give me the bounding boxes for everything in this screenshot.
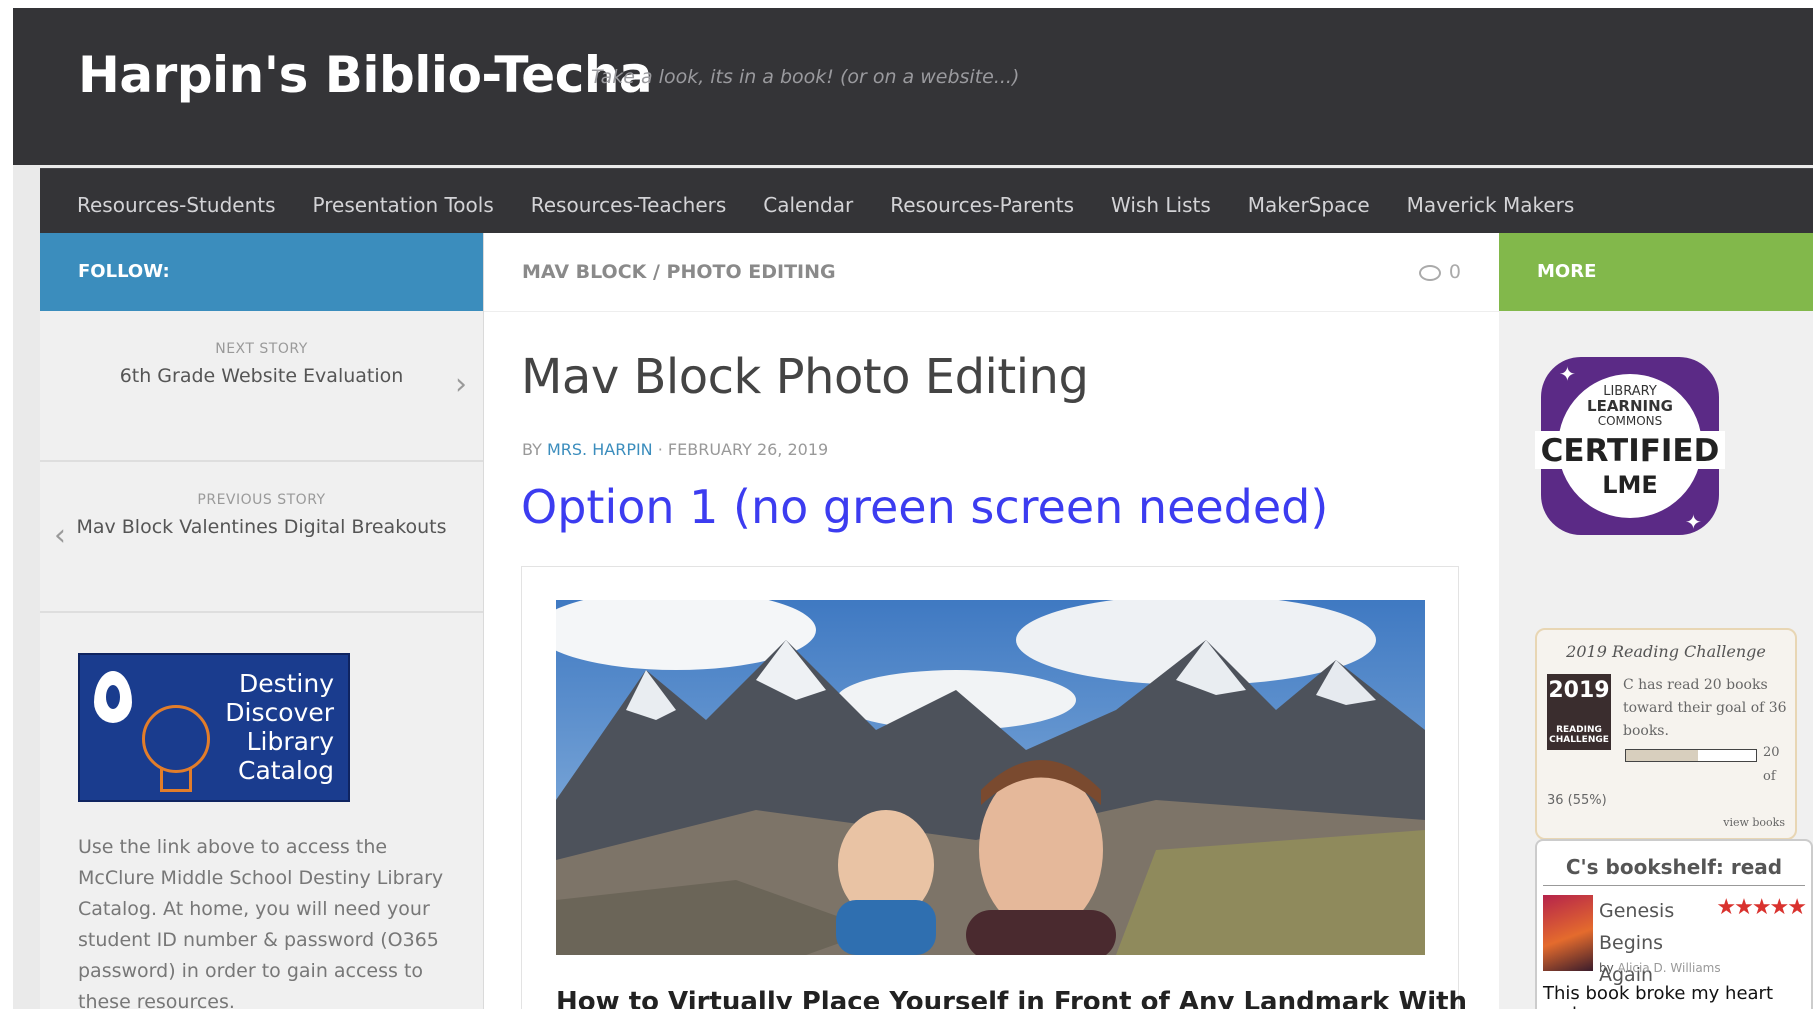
comment-count: 0 xyxy=(1448,261,1461,283)
embedded-article[interactable]: How to Virtually Place Yourself in Front… xyxy=(521,566,1467,1009)
destiny-promo: Destiny Discover Library Catalog Use the… xyxy=(40,613,483,1009)
breadcrumb[interactable]: MAV BLOCK / PHOTO EDITING xyxy=(522,233,836,311)
more-label: MORE xyxy=(1499,233,1813,311)
nav-item-presentation-tools[interactable]: Presentation Tools xyxy=(313,169,494,241)
site-tagline: Take a look, its in a book! (or on a web… xyxy=(591,66,1020,88)
nav-item-maverick-makers[interactable]: Maverick Makers xyxy=(1407,169,1575,241)
reading-challenge-widget: 2019 Reading Challenge 2019 READING CHAL… xyxy=(1535,628,1797,840)
lightbulb-base xyxy=(160,767,192,792)
view-books-link[interactable]: view books xyxy=(1723,816,1785,829)
next-story-label: NEXT STORY xyxy=(215,341,308,357)
book-review: This book broke my heart and xyxy=(1543,983,1774,1009)
reading-progress-fill xyxy=(1626,750,1698,761)
previous-story-title[interactable]: Mav Block Valentines Digital Breakouts xyxy=(40,516,483,538)
reading-challenge-heading[interactable]: 2019 Reading Challenge xyxy=(1537,642,1795,661)
byline-by: BY xyxy=(522,440,542,459)
cover-year: 2019 xyxy=(1548,678,1610,703)
book-author[interactable]: Alicia D. Williams xyxy=(1618,961,1721,975)
post-date: · FEBRUARY 26, 2019 xyxy=(657,440,829,459)
mountain-photo-image xyxy=(556,600,1425,955)
option-heading: Option 1 (no green screen needed) xyxy=(521,480,1329,534)
reading-total: 36 (55%) xyxy=(1547,793,1607,808)
nav-item-calendar[interactable]: Calendar xyxy=(763,169,853,241)
cover-label: READING CHALLENGE xyxy=(1547,725,1611,745)
comment-icon xyxy=(1418,264,1441,281)
page: Harpin's Biblio-Techa Take a look, its i… xyxy=(13,8,1813,1009)
previous-story[interactable]: PREVIOUS STORY Mav Block Valentines Digi… xyxy=(40,462,483,613)
follow-label: FOLLOW: xyxy=(40,233,483,311)
cover-label-2: CHALLENGE xyxy=(1549,735,1609,745)
book-title[interactable]: Genesis Begins Again xyxy=(1599,895,1709,991)
book-cover[interactable] xyxy=(1543,895,1593,971)
left-sidebar: FOLLOW: NEXT STORY 6th Grade Website Eva… xyxy=(40,233,484,1009)
badge-line-2: LEARNING xyxy=(1587,397,1673,415)
reading-challenge-cover[interactable]: 2019 READING CHALLENGE xyxy=(1547,674,1611,750)
lmc-badge-icon: LIBRARY LEARNING COMMONS CERTIFIED LME ✦… xyxy=(1535,357,1725,535)
badge-certified: CERTIFIED xyxy=(1541,433,1720,469)
bookshelf-heading[interactable]: C's bookshelf: read xyxy=(1537,855,1811,879)
nav-item-wish-lists[interactable]: Wish Lists xyxy=(1111,169,1211,241)
embed-title[interactable]: How to Virtually Place Yourself in Front… xyxy=(556,987,1467,1009)
next-story-title[interactable]: 6th Grade Website Evaluation xyxy=(40,365,483,387)
author-link[interactable]: MRS. HARPIN xyxy=(547,440,653,459)
site-header: Harpin's Biblio-Techa Take a look, its i… xyxy=(13,8,1813,165)
main-nav: Resources-Students Presentation Tools Reso… xyxy=(40,168,1813,241)
mountain-photo[interactable] xyxy=(556,600,1425,955)
badge-line-3: COMMONS xyxy=(1598,414,1663,428)
byline: BY MRS. HARPIN · FEBRUARY 26, 2019 xyxy=(522,440,828,459)
breadcrumb-bar: MAV BLOCK / PHOTO EDITING 0 xyxy=(484,233,1499,312)
sparkle-icon: ✦ xyxy=(1559,362,1576,386)
right-sidebar: LIBRARY LEARNING COMMONS CERTIFIED LME ✦… xyxy=(1499,311,1813,1009)
destiny-catalog-link[interactable]: Destiny Discover Library Catalog xyxy=(78,653,350,802)
main-content: MAV BLOCK / PHOTO EDITING 0 Mav Block Ph… xyxy=(484,233,1499,1009)
site-title[interactable]: Harpin's Biblio-Techa xyxy=(78,46,653,104)
reading-of: of xyxy=(1763,769,1776,784)
reading-progress-bar xyxy=(1625,749,1757,762)
nav-item-resources-students[interactable]: Resources-Students xyxy=(77,169,276,241)
rating-stars: ★★★★★ xyxy=(1716,895,1807,920)
chevron-right-icon[interactable]: › xyxy=(455,367,467,402)
cover-label-1: READING xyxy=(1556,725,1602,735)
comment-count-link[interactable]: 0 xyxy=(1418,233,1461,311)
next-story[interactable]: NEXT STORY 6th Grade Website Evaluation … xyxy=(40,311,483,462)
badge-abbr: LME xyxy=(1602,471,1658,499)
destiny-line-2: Discover xyxy=(225,698,334,727)
previous-story-label: PREVIOUS STORY xyxy=(197,492,326,508)
book-author-by: by xyxy=(1599,961,1614,975)
book-author-line: by Alicia D. Williams xyxy=(1599,961,1721,975)
nav-item-resources-parents[interactable]: Resources-Parents xyxy=(890,169,1074,241)
lmc-certified-badge: LIBRARY LEARNING COMMONS CERTIFIED LME ✦… xyxy=(1535,351,1725,541)
chevron-left-icon[interactable]: ‹ xyxy=(54,518,66,553)
bookshelf-divider xyxy=(1543,885,1805,886)
destiny-line-4: Catalog xyxy=(237,756,334,785)
destiny-text: Destiny Discover Library Catalog xyxy=(225,669,334,785)
post-title: Mav Block Photo Editing xyxy=(521,349,1089,405)
sparkle-icon-2: ✦ xyxy=(1685,510,1702,534)
bookshelf-widget: C's bookshelf: read Genesis Begins Again… xyxy=(1535,839,1813,1009)
reading-challenge-description: C has read 20 books toward their goal of… xyxy=(1623,677,1787,739)
destiny-line-3: Library xyxy=(246,727,334,756)
nav-item-makerspace[interactable]: MakerSpace xyxy=(1248,169,1370,241)
destiny-description: Use the link above to access the McClure… xyxy=(78,836,444,1009)
nav-item-resources-teachers[interactable]: Resources-Teachers xyxy=(531,169,727,241)
destiny-logo-icon-inner xyxy=(106,685,120,709)
lightbulb-icon xyxy=(142,705,210,773)
destiny-line-1: Destiny xyxy=(238,669,334,698)
reading-count: 20 xyxy=(1763,745,1780,760)
